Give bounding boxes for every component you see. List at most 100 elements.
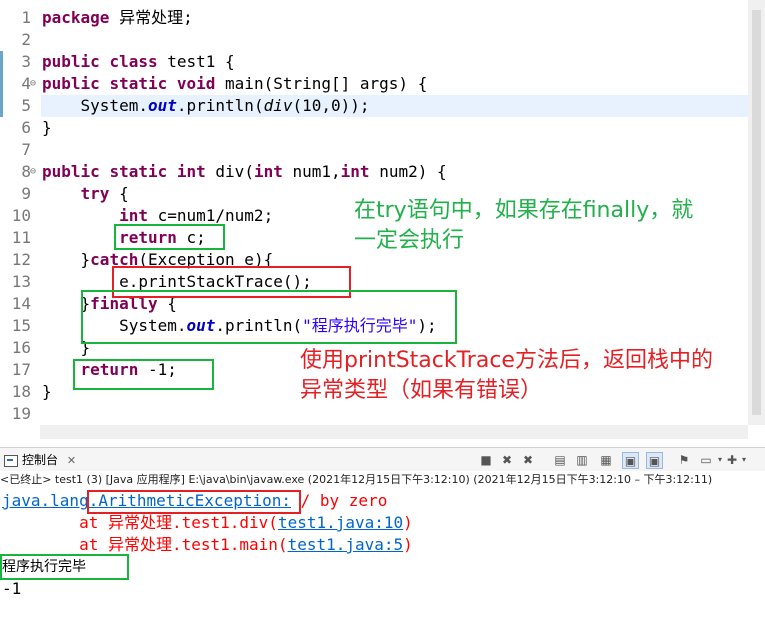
word-wrap-icon[interactable]: ▦: [598, 452, 614, 468]
code-token: }: [42, 250, 91, 269]
return-c-highlight-box: [114, 224, 225, 250]
line-number: 1: [21, 8, 31, 27]
code-token: }: [42, 118, 52, 137]
line-number: 13: [11, 272, 31, 291]
chevron-down-icon[interactable]: ▾: [736, 452, 752, 468]
scroll-lock-icon[interactable]: ▥: [574, 452, 590, 468]
code-token: public: [42, 52, 100, 71]
line-number: 11: [11, 228, 31, 247]
close-icon[interactable]: ✕: [67, 454, 76, 467]
exception-class-highlight-box: [87, 490, 301, 514]
code-token: main(String[] args) {: [215, 74, 428, 93]
editor-scrollbar-thumb[interactable]: [752, 10, 761, 415]
line-number: 3: [21, 52, 31, 71]
code-line[interactable]: try {: [42, 183, 129, 205]
fold-toggle-icon[interactable]: ⊖: [30, 161, 36, 183]
fold-toggle-icon[interactable]: ⊖: [30, 73, 36, 95]
line-number: 7: [21, 140, 31, 159]
show-on-error-icon[interactable]: ▣: [646, 452, 663, 469]
line-number: 6: [21, 118, 31, 137]
finally-block-highlight-box: [81, 290, 457, 344]
code-line[interactable]: }: [42, 381, 52, 403]
remove-all-icon[interactable]: ✖: [520, 452, 536, 468]
line-number: 17: [11, 360, 31, 379]
code-token: .println(: [176, 96, 264, 115]
code-line[interactable]: }: [42, 117, 52, 139]
code-token: System.: [42, 96, 148, 115]
line-number: 18: [11, 382, 31, 401]
line-number: 12: [11, 250, 31, 269]
line-number: 10: [11, 206, 31, 225]
line-number: 15: [11, 316, 31, 335]
code-token: int: [176, 162, 206, 181]
console-line-stack-main: at 异常处理.test1.main(test1.java:5): [2, 534, 413, 556]
code-token: {: [109, 184, 129, 203]
line-number: 19: [11, 404, 31, 423]
code-token: try: [80, 184, 110, 203]
exception-package-link[interactable]: java.lang: [2, 491, 89, 510]
stack-frame-text: at 异常处理.test1.div(: [2, 513, 278, 532]
code-token: package: [42, 8, 110, 27]
exception-message: / by zero: [291, 491, 388, 510]
code-editor[interactable]: 1 2 3 4 ⊖ 5 6 7 8 ⊖ 9 10 11 12 13 14 15 16 17 18 19 package …: [0, 0, 765, 425]
line-number: 16: [11, 338, 31, 357]
code-token: class: [109, 52, 158, 71]
console-tab[interactable]: 控制台 ✕: [0, 450, 76, 470]
code-token: num1,: [282, 162, 341, 181]
code-token: div(: [205, 162, 254, 181]
code-token: }: [42, 382, 52, 401]
console-line-stack-div: at 异常处理.test1.div(test1.java:10): [2, 512, 413, 534]
code-token: public: [42, 162, 100, 181]
line-number: 9: [21, 184, 31, 203]
show-on-output-icon[interactable]: ▣: [622, 452, 639, 469]
stack-frame-link[interactable]: test1.java:5: [288, 535, 404, 554]
console-line-return-value: -1: [2, 579, 22, 598]
line-number: 8: [21, 162, 31, 181]
stack-frame-suffix: ): [403, 535, 413, 554]
code-token: int: [119, 206, 148, 225]
stack-frame-suffix: ): [403, 513, 413, 532]
stack-frame-link[interactable]: test1.java:10: [278, 513, 403, 532]
line-number: 5: [21, 96, 31, 115]
return-minus-one-highlight-box: [73, 359, 214, 390]
code-line[interactable]: System.out.println(div(10,0));: [42, 95, 370, 117]
console-icon: [4, 454, 18, 467]
line-number: 2: [21, 30, 31, 49]
console-status-line: <已终止> test1 (3) [Java 应用程序] E:\java\bin\…: [0, 471, 765, 489]
code-token: 异常处理;: [109, 8, 193, 27]
code-line[interactable]: public static int div(int num1,int num2)…: [42, 161, 447, 183]
code-token: static: [109, 74, 168, 93]
line-number: 14: [11, 294, 31, 313]
finally-annotation: 在try语句中，如果存在finally，就 一定会执行: [354, 198, 694, 253]
code-line[interactable]: public static void main(String[] args) {: [42, 73, 427, 95]
stop-square-icon[interactable]: ■: [478, 452, 494, 468]
console-tab-label: 控制台: [22, 453, 59, 467]
clear-console-icon[interactable]: ▤: [552, 452, 568, 468]
code-token: int: [340, 162, 370, 181]
remove-launch-icon[interactable]: ✖: [499, 452, 515, 468]
stacktrace-annotation: 使用printStackTrace方法后，返回栈中的 异常类型（如果有错误）: [300, 348, 713, 403]
code-token: (10,0));: [292, 96, 370, 115]
pin-console-icon[interactable]: ⚑: [676, 452, 692, 468]
code-token: int: [253, 162, 283, 181]
line-number: 4: [21, 74, 31, 93]
code-line[interactable]: package 异常处理;: [42, 7, 193, 29]
code-token: c=num1/num2;: [147, 206, 274, 225]
code-token: out: [147, 96, 177, 115]
code-token: num2) {: [369, 162, 447, 181]
code-token: div: [263, 96, 293, 115]
code-line[interactable]: public class test1 {: [42, 51, 235, 73]
finally-output-highlight-box: [0, 554, 129, 580]
code-token: public: [42, 74, 100, 93]
stack-frame-text: at 异常处理.test1.main(: [2, 535, 288, 554]
code-token: test1 {: [157, 52, 235, 71]
editor-horizontal-scrollbar[interactable]: [40, 425, 748, 439]
